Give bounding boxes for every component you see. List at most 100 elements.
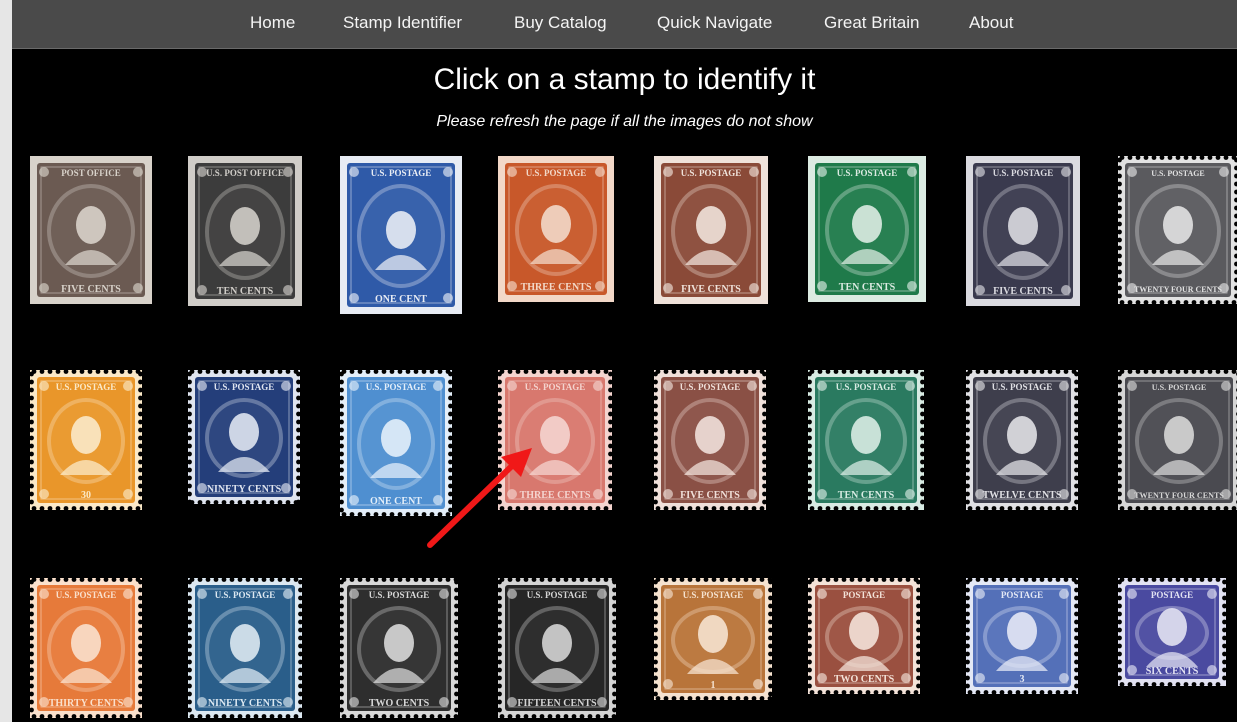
stamp-bottom-inscription: 1 [711, 680, 716, 691]
stamp-top-inscription: POSTAGE [843, 590, 885, 600]
stamp-thumbnail[interactable]: U.S. POSTAGE ONE CENT [340, 156, 462, 314]
stamp-bottom-inscription: TWELVE CENTS [983, 490, 1062, 501]
stamp-top-inscription: U.S. POSTAGE [1151, 169, 1204, 178]
stamp-image: POST OFFICE FIVE CENTS [30, 156, 152, 304]
nav-home-link[interactable]: Home [250, 13, 295, 33]
stamp-image: U.S. POSTAGE NINETY CENTS [188, 370, 300, 504]
stamp-top-inscription: U.S. POSTAGE [371, 168, 432, 178]
stamp-top-inscription: U.S. POSTAGE [992, 382, 1053, 392]
nav-great-britain-link[interactable]: Great Britain [824, 13, 919, 33]
stamp-thumbnail[interactable]: U.S. POSTAGE 30 [30, 370, 142, 510]
stamp-bottom-inscription: FIFTEEN CENTS [517, 698, 597, 709]
page-background: Home Stamp Identifier Buy Catalog Quick … [12, 0, 1237, 722]
stamp-bottom-inscription: NINETY CENTS [207, 484, 282, 495]
stamp-bottom-inscription: NINETY CENTS [208, 698, 283, 709]
stamp-top-inscription: U.S. POSTAGE [681, 168, 742, 178]
stamp-thumbnail[interactable]: U.S. POSTAGE TEN CENTS [808, 370, 924, 510]
stamp-bottom-inscription: TEN CENTS [217, 286, 274, 297]
stamp-top-inscription: POSTAGE [1001, 590, 1043, 600]
stamp-top-inscription: U.S. POSTAGE [836, 382, 897, 392]
stamp-bottom-inscription: ONE CENT [370, 496, 422, 507]
stamp-bottom-inscription: FIVE CENTS [61, 284, 121, 295]
stamp-top-inscription: U.S. POSTAGE [527, 590, 588, 600]
stamp-thumbnail[interactable]: U.S. POSTAGE 1 [654, 578, 772, 700]
stamp-thumbnail[interactable]: POSTAGE TWO CENTS [808, 578, 920, 694]
stamp-thumbnail[interactable]: U.S. POSTAGE THREE CENTS [498, 156, 614, 302]
stamp-image: U.S. POSTAGE THIRTY CENTS [30, 578, 142, 718]
stamp-thumbnail[interactable]: U.S. POSTAGE FIVE CENTS [654, 370, 766, 510]
stamp-thumbnail[interactable]: POST OFFICE FIVE CENTS [30, 156, 152, 304]
stamp-bottom-inscription: FIVE CENTS [680, 490, 740, 501]
stamp-image: U.S. POSTAGE FIVE CENTS [654, 370, 766, 510]
stamp-top-inscription: U.S. POSTAGE [366, 382, 427, 392]
stamp-image: U.S. POSTAGE TWENTY FOUR CENTS [1118, 156, 1237, 304]
stamp-thumbnail[interactable]: U.S. POSTAGE FIVE CENTS [966, 156, 1080, 306]
stamp-top-inscription: U.S. POSTAGE [369, 590, 430, 600]
stamp-image: U.S. POSTAGE FIVE CENTS [654, 156, 768, 304]
nav-buy-catalog-link[interactable]: Buy Catalog [514, 13, 607, 33]
nav-quick-navigate-link[interactable]: Quick Navigate [657, 13, 772, 33]
stamp-thumbnail[interactable]: U.S. POSTAGE THREE CENTS [498, 370, 612, 510]
top-navigation-bar: Home Stamp Identifier Buy Catalog Quick … [12, 0, 1237, 49]
stamp-image: POSTAGE TWO CENTS [808, 578, 920, 694]
stamp-thumbnail[interactable]: U.S. POSTAGE TWO CENTS [340, 578, 458, 718]
stamp-image: U.S. POSTAGE NINETY CENTS [188, 578, 302, 718]
stamp-thumbnail[interactable]: U.S. POSTAGE THIRTY CENTS [30, 578, 142, 718]
stamp-image: U.S. POSTAGE TEN CENTS [808, 156, 926, 302]
stamp-top-inscription: U.S. POSTAGE [1152, 383, 1207, 392]
stamp-thumbnail[interactable]: U.S. POSTAGE TEN CENTS [808, 156, 926, 302]
stamp-image: POSTAGE SIX CENTS [1118, 578, 1226, 686]
nav-stamp-identifier-link[interactable]: Stamp Identifier [343, 13, 462, 33]
stamp-image: U.S. POSTAGE ONE CENT [340, 156, 462, 314]
stamp-bottom-inscription: TWO CENTS [369, 698, 430, 709]
stamp-bottom-inscription: THREE CENTS [521, 282, 592, 293]
stamp-bottom-inscription: TWENTY FOUR CENTS [1134, 491, 1224, 500]
stamp-thumbnail[interactable]: U.S. POSTAGE FIVE CENTS [654, 156, 768, 304]
stamp-thumbnail[interactable]: U.S. POSTAGE NINETY CENTS [188, 370, 300, 504]
stamp-top-inscription: U.S. POSTAGE [837, 168, 898, 178]
stamp-bottom-inscription: FIVE CENTS [681, 284, 741, 295]
stamp-image: POSTAGE 3 [966, 578, 1078, 694]
stamp-thumbnail[interactable]: U.S. POSTAGE ONE CENT [340, 370, 452, 516]
stamp-image: U.S. POSTAGE THREE CENTS [498, 156, 614, 302]
stamp-top-inscription: POST OFFICE [61, 168, 121, 178]
stamp-bottom-inscription: TWENTY FOUR CENTS [1134, 285, 1222, 294]
stamp-image: U.S. POSTAGE THREE CENTS [498, 370, 612, 510]
page-subtitle: Please refresh the page if all the image… [436, 113, 813, 130]
stamp-image: U.S. POSTAGE TWENTY FOUR CENTS [1118, 370, 1237, 510]
stamp-thumbnail[interactable]: U.S. POSTAGE TWELVE CENTS [966, 370, 1078, 510]
stamp-image: U.S. POSTAGE TWO CENTS [340, 578, 458, 718]
page-title: Click on a stamp to identify it [433, 63, 816, 96]
stamp-image: U.S. POSTAGE ONE CENT [340, 370, 452, 516]
stamp-image: U.S. POSTAGE FIFTEEN CENTS [498, 578, 616, 718]
stamp-image: U.S. POSTAGE TWELVE CENTS [966, 370, 1078, 510]
stamp-top-inscription: U.S. POSTAGE [214, 382, 275, 392]
stamp-bottom-inscription: TWO CENTS [834, 674, 895, 685]
stamp-bottom-inscription: TEN CENTS [839, 282, 896, 293]
stamp-thumbnail[interactable]: U.S. POST OFFICE TEN CENTS [188, 156, 302, 306]
stamp-top-inscription: U.S. POSTAGE [215, 590, 276, 600]
stamp-top-inscription: U.S. POSTAGE [680, 382, 741, 392]
stamp-top-inscription: U.S. POSTAGE [525, 382, 586, 392]
stamp-thumbnail[interactable]: U.S. POSTAGE TWENTY FOUR CENTS [1118, 370, 1237, 510]
stamp-thumbnail[interactable]: U.S. POSTAGE TWENTY FOUR CENTS [1118, 156, 1237, 304]
stamp-image: U.S. POSTAGE TEN CENTS [808, 370, 924, 510]
stamp-bottom-inscription: ONE CENT [375, 294, 427, 305]
stamp-top-inscription: U.S. POSTAGE [526, 168, 587, 178]
stamp-top-inscription: U.S. POSTAGE [993, 168, 1054, 178]
nav-about-link[interactable]: About [969, 13, 1013, 33]
stamp-top-inscription: U.S. POSTAGE [56, 382, 117, 392]
stamp-top-inscription: U.S. POSTAGE [683, 590, 744, 600]
stamp-thumbnail[interactable]: U.S. POSTAGE FIFTEEN CENTS [498, 578, 616, 718]
stamp-bottom-inscription: 3 [1020, 674, 1025, 685]
stamp-bottom-inscription: TEN CENTS [838, 490, 895, 501]
stamp-image: U.S. POST OFFICE TEN CENTS [188, 156, 302, 306]
stamp-image: U.S. POSTAGE FIVE CENTS [966, 156, 1080, 306]
stamp-image: U.S. POSTAGE 30 [30, 370, 142, 510]
stamp-top-inscription: U.S. POSTAGE [56, 590, 117, 600]
stamp-thumbnail[interactable]: POSTAGE 3 [966, 578, 1078, 694]
stamp-image: U.S. POSTAGE 1 [654, 578, 772, 700]
stamp-bottom-inscription: 30 [81, 490, 91, 501]
stamp-thumbnail[interactable]: POSTAGE SIX CENTS [1118, 578, 1226, 686]
stamp-thumbnail[interactable]: U.S. POSTAGE NINETY CENTS [188, 578, 302, 718]
